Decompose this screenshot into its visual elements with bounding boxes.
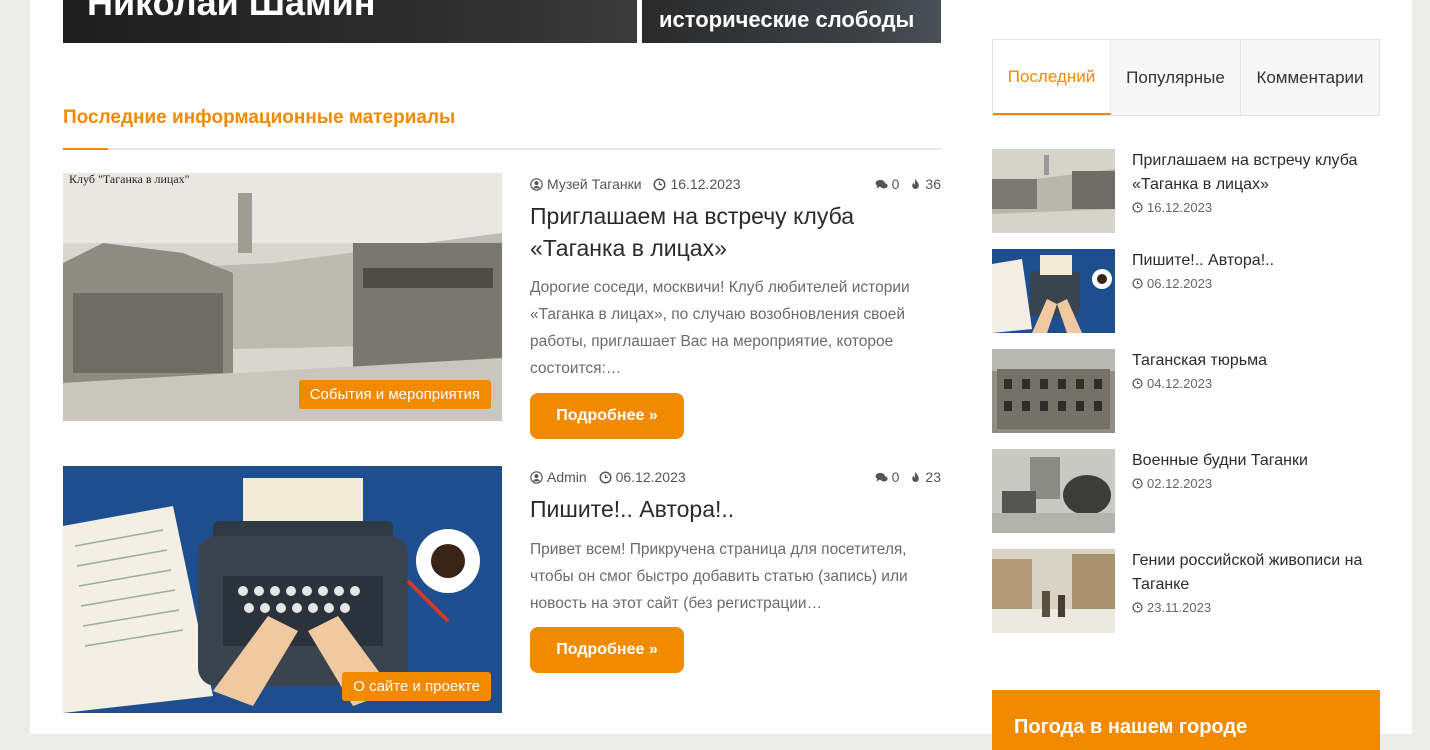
sidebar-post-title[interactable]: Гении российской живописи на Таганке [1132, 549, 1380, 597]
post-view-count: 36 [925, 176, 941, 192]
clock-icon [599, 471, 612, 484]
sidebar-post-date-text: 16.12.2023 [1147, 200, 1213, 215]
post-comment-count[interactable]: 0 [892, 176, 900, 192]
sidebar-post-title[interactable]: Пишите!.. Автора!.. [1132, 249, 1380, 273]
read-more-button[interactable]: Подробнее » [530, 627, 684, 673]
featured-title-right[interactable]: исторические слободы [659, 7, 914, 33]
weather-widget: Погода в нашем городе [992, 690, 1380, 750]
sidebar-post-title[interactable]: Военные будни Таганки [1132, 449, 1380, 473]
post-author[interactable]: Admin [547, 469, 587, 485]
featured-slide-left[interactable]: Николай Шамин [63, 0, 637, 43]
comments-icon [874, 178, 889, 191]
painting-image [992, 549, 1115, 633]
clock-icon [1132, 602, 1143, 613]
section-divider [63, 148, 941, 150]
post-author[interactable]: Музей Таганки [547, 176, 642, 192]
sidebar-post-item[interactable]: Военные будни Таганки 02.12.2023 [992, 449, 1380, 533]
weather-widget-title: Погода в нашем городе [1014, 716, 1248, 738]
sidebar-post-item[interactable]: Приглашаем на встречу клуба «Таганка в л… [992, 149, 1380, 233]
sidebar-post-thumbnail[interactable] [992, 449, 1115, 533]
post-meta: Музей Таганки 16.12.2023 0 36 [530, 176, 941, 196]
prison-building-image [992, 349, 1115, 433]
sidebar-post-thumbnail[interactable] [992, 249, 1115, 333]
sidebar-post-date: 06.12.2023 [1132, 276, 1212, 291]
wartime-street-image [992, 449, 1115, 533]
category-badge[interactable]: О сайте и проекте [342, 672, 491, 701]
sidebar-post-date: 23.11.2023 [1132, 600, 1211, 615]
user-icon [530, 178, 543, 191]
post-title[interactable]: Пишите!.. Автора!.. [530, 493, 930, 525]
post-date: 06.12.2023 [615, 469, 686, 485]
clock-icon [1132, 378, 1143, 389]
user-icon [530, 471, 543, 484]
tab-popular[interactable]: Популярные [1111, 40, 1241, 115]
sidebar-post-item[interactable]: Гении российской живописи на Таганке 23.… [992, 549, 1380, 633]
sidebar-post-date-text: 06.12.2023 [1147, 276, 1213, 291]
latest-section-heading: Последние информационные материалы [63, 107, 456, 128]
svg-text:Клуб "Таганка в лицах": Клуб "Таганка в лицах" [69, 173, 190, 186]
clock-icon [653, 178, 666, 191]
sidebar-post-thumbnail[interactable] [992, 349, 1115, 433]
clock-icon [1132, 202, 1143, 213]
sidebar-post-date: 16.12.2023 [1132, 200, 1212, 215]
post-excerpt: Дорогие соседи, москвичи! Клуб любителей… [530, 279, 910, 377]
sidebar-post-date-text: 02.12.2023 [1147, 476, 1213, 491]
post-excerpt: Привет всем! Прикручена страница для пос… [530, 541, 908, 612]
sidebar-post-title[interactable]: Приглашаем на встречу клуба «Таганка в л… [1132, 149, 1380, 197]
sidebar-post-item[interactable]: Пишите!.. Автора!.. 06.12.2023 [992, 249, 1380, 333]
fire-icon [909, 178, 922, 191]
post-meta: Admin 06.12.2023 0 23 [530, 469, 941, 489]
post-title[interactable]: Приглашаем на встречу клуба «Таганка в л… [530, 200, 930, 264]
sidebar-tabs: Последний Популярные Комментарии [992, 39, 1380, 116]
category-badge[interactable]: События и мероприятия [298, 380, 491, 409]
sidebar-post-date: 04.12.2023 [1132, 376, 1212, 391]
read-more-button[interactable]: Подробнее » [530, 393, 684, 439]
tab-latest[interactable]: Последний [993, 40, 1111, 115]
clock-icon [1132, 478, 1143, 489]
sidebar-post-thumbnail[interactable] [992, 149, 1115, 233]
street-photo-image [992, 149, 1115, 233]
post-view-count: 23 [925, 469, 941, 485]
post-comment-count[interactable]: 0 [892, 469, 900, 485]
page-container: Николай Шамин исторические слободы После… [30, 0, 1412, 750]
sidebar-post-title[interactable]: Таганская тюрьма [1132, 349, 1380, 373]
sidebar-post-date: 02.12.2023 [1132, 476, 1212, 491]
post-thumbnail[interactable]: О сайте и проекте [63, 466, 502, 713]
sidebar-post-thumbnail[interactable] [992, 549, 1115, 633]
sidebar-post-date-text: 04.12.2023 [1147, 376, 1213, 391]
fire-icon [909, 471, 922, 484]
comments-icon [874, 471, 889, 484]
featured-slide-right[interactable]: исторические слободы [642, 0, 941, 43]
post-thumbnail[interactable]: Клуб "Таганка в лицах" События и меропри… [63, 173, 502, 421]
typewriter-illustration-image [992, 249, 1115, 333]
sidebar-post-date-text: 23.11.2023 [1147, 600, 1212, 615]
featured-title-left[interactable]: Николай Шамин [87, 0, 376, 24]
post-date: 16.12.2023 [670, 176, 741, 192]
sidebar-post-item[interactable]: Таганская тюрьма 04.12.2023 [992, 349, 1380, 433]
clock-icon [1132, 278, 1143, 289]
tab-comments[interactable]: Комментарии [1241, 40, 1379, 115]
